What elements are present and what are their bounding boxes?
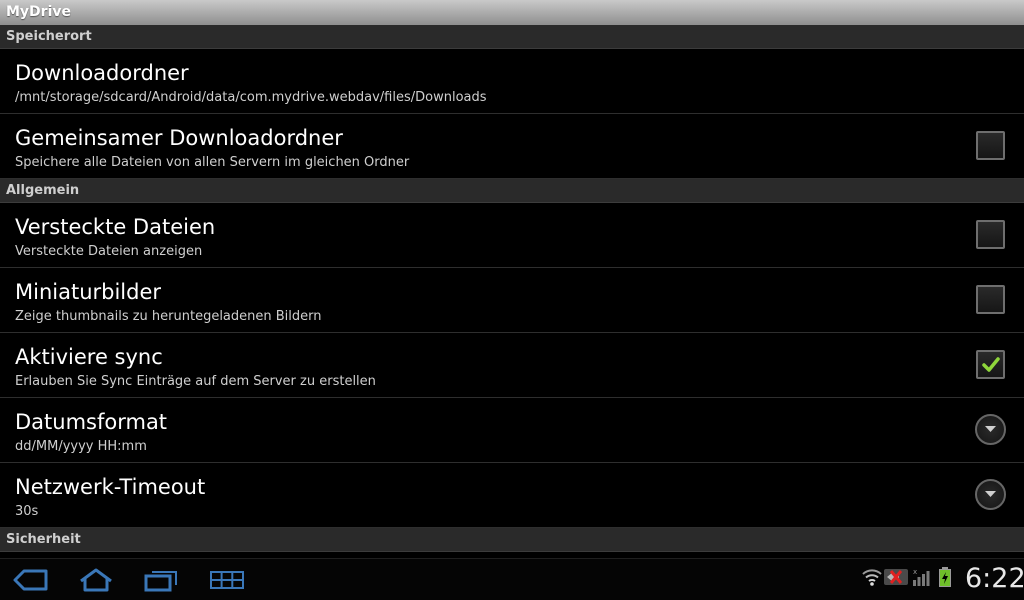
pref-title: Gemeinsamer Downloadordner xyxy=(15,126,343,150)
pref-thumbnails[interactable]: Miniaturbilder Zeige thumbnails zu herun… xyxy=(0,268,1024,333)
section-header-general: Allgemein xyxy=(0,179,1024,203)
pref-network-timeout[interactable]: Netzwerk-Timeout 30s xyxy=(0,463,1024,528)
section-header-security: Sicherheit xyxy=(0,528,1024,552)
section-header-storage: Speicherort xyxy=(0,25,1024,49)
checkmark-icon xyxy=(982,357,1000,372)
sync-error-icon xyxy=(884,567,908,591)
shared-download-folder-checkbox[interactable] xyxy=(976,131,1005,160)
wifi-icon xyxy=(862,567,882,591)
app-title-bar: MyDrive xyxy=(0,0,1024,25)
pref-summary: 30s xyxy=(15,504,39,519)
pref-summary: Speichere alle Dateien von allen Servern… xyxy=(15,155,410,170)
svg-text:x: x xyxy=(913,568,917,576)
section-header-label: Allgemein xyxy=(6,183,80,198)
back-button[interactable] xyxy=(12,567,48,597)
chevron-down-icon xyxy=(985,491,996,497)
pref-summary: Zeige thumbnails zu heruntegeladenen Bil… xyxy=(15,309,322,324)
pref-title: Miniaturbilder xyxy=(15,280,162,304)
pref-title: Datumsformat xyxy=(15,410,168,434)
menu-button[interactable] xyxy=(208,567,246,597)
app-title: MyDrive xyxy=(6,4,72,20)
chevron-down-icon xyxy=(985,426,996,432)
recent-apps-icon xyxy=(144,571,177,592)
pref-title: Versteckte Dateien xyxy=(15,215,216,239)
pref-date-format[interactable]: Datumsformat dd/MM/yyyy HH:mm xyxy=(0,398,1024,463)
date-format-dropdown[interactable] xyxy=(975,414,1006,445)
network-timeout-dropdown[interactable] xyxy=(975,479,1006,510)
pref-summary: Versteckte Dateien anzeigen xyxy=(15,244,203,259)
menu-icon xyxy=(210,571,244,589)
pref-hidden-files[interactable]: Versteckte Dateien Versteckte Dateien an… xyxy=(0,203,1024,268)
battery-charging-icon xyxy=(939,567,951,591)
pref-summary: dd/MM/yyyy HH:mm xyxy=(15,439,147,454)
sync-checkbox[interactable] xyxy=(976,350,1005,379)
preferences-list: Speicherort Downloadordner /mnt/storage/… xyxy=(0,25,1024,558)
thumbnails-checkbox[interactable] xyxy=(976,285,1005,314)
pref-title: Netzwerk-Timeout xyxy=(15,475,206,499)
pref-title: Downloadordner xyxy=(15,61,189,85)
pref-download-folder[interactable]: Downloadordner /mnt/storage/sdcard/Andro… xyxy=(0,49,1024,114)
section-header-label: Sicherheit xyxy=(6,532,81,547)
pref-summary: /mnt/storage/sdcard/Android/data/com.myd… xyxy=(15,90,487,105)
recent-apps-button[interactable] xyxy=(143,567,179,597)
back-icon xyxy=(13,569,48,591)
pref-sync[interactable]: Aktiviere sync Erlauben Sie Sync Einträg… xyxy=(0,333,1024,398)
home-icon xyxy=(80,568,112,592)
system-nav-bar: x 6:22 xyxy=(0,558,1024,600)
pref-title: Aktiviere sync xyxy=(15,345,163,369)
hidden-files-checkbox[interactable] xyxy=(976,220,1005,249)
signal-icon: x xyxy=(912,567,930,591)
pref-shared-download-folder[interactable]: Gemeinsamer Downloadordner Speichere all… xyxy=(0,114,1024,179)
home-button[interactable] xyxy=(78,567,114,597)
clock: 6:22 xyxy=(965,563,1024,594)
section-header-label: Speicherort xyxy=(6,29,92,44)
pref-summary: Erlauben Sie Sync Einträge auf dem Serve… xyxy=(15,374,376,389)
